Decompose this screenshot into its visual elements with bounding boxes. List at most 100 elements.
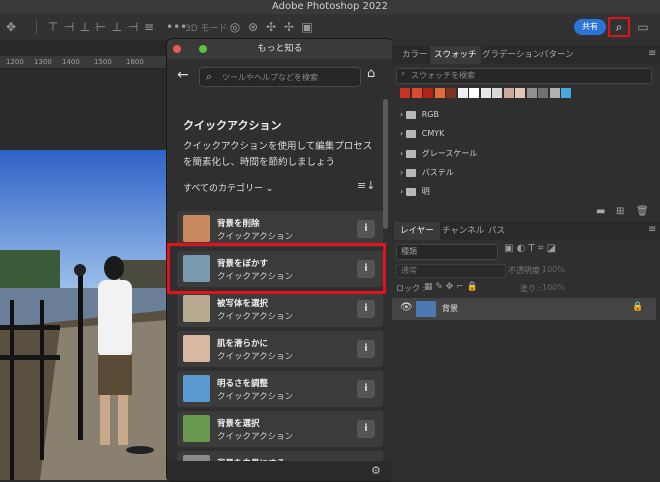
fill-label: 塗り : <box>520 284 542 293</box>
folder-icon <box>405 110 416 119</box>
ruler-tick: 1400 <box>62 58 80 66</box>
align-bottom-icon[interactable]: ⊥ <box>78 20 92 34</box>
tab-channels[interactable]: チャンネル <box>438 222 488 240</box>
layers-tabs: レイヤー チャンネル パス ≡ <box>392 222 660 240</box>
swatch-chip[interactable] <box>469 88 479 98</box>
fill-value[interactable]: 100% <box>542 283 565 292</box>
info-icon[interactable]: i <box>357 340 375 358</box>
align-center-icon[interactable]: ⊥ <box>110 20 124 34</box>
search-icon: ⌕ <box>401 69 406 78</box>
lock-icons[interactable]: ▦ ✎ ✥ ⌐ 🔒 <box>424 282 478 292</box>
sort-icon[interactable]: ≡↓ <box>357 179 375 192</box>
quick-action-card[interactable]: 肌を滑らかに クイックアクション i <box>177 331 383 367</box>
tab-layers[interactable]: レイヤー <box>394 222 440 240</box>
panel-menu-icon[interactable]: ≡ <box>648 48 656 59</box>
tab-pattern[interactable]: パターン <box>536 46 578 64</box>
lock-label: ロック : <box>396 284 426 293</box>
swatch-chip[interactable] <box>434 88 445 98</box>
card-title: 明るさを調整 <box>217 379 269 389</box>
filter-icons[interactable]: ▣ ◐ T ⌗ ◪ <box>504 243 556 254</box>
more-options-icon[interactable]: ••• <box>166 20 187 34</box>
swatch-chip[interactable] <box>515 88 525 98</box>
align-right-icon[interactable]: ⊣ <box>126 20 140 34</box>
close-dot[interactable] <box>173 45 181 53</box>
swatch-chip[interactable] <box>503 88 514 98</box>
card-thumbnail <box>183 295 210 322</box>
tab-paths[interactable]: パス <box>484 222 509 240</box>
card-title: 被写体を選択 <box>217 299 269 309</box>
swatch-folder[interactable]: › CMYK <box>400 129 444 138</box>
swatch-chip[interactable] <box>400 88 410 98</box>
swatch-folder[interactable]: › パステル <box>400 167 454 178</box>
home-icon[interactable]: ⌂ <box>367 66 375 81</box>
quick-action-card[interactable]: 背景を削除 クイックアクション i <box>177 211 383 247</box>
info-icon[interactable]: i <box>357 300 375 318</box>
align-left-icon[interactable]: ⊢ <box>94 20 108 34</box>
learn-search-input[interactable]: ⌕ ツールやヘルプなどを検索 <box>199 67 361 87</box>
swatch-chip[interactable] <box>538 88 548 98</box>
tab-color[interactable]: カラー <box>398 46 432 64</box>
folder-label: グレースケール <box>421 149 478 158</box>
search-icon[interactable]: ⌕ <box>608 17 630 37</box>
3d-slide-icon[interactable]: ✢ <box>282 20 296 34</box>
swatch-chip[interactable] <box>492 88 502 98</box>
layer-kind-filter[interactable]: 種類 <box>396 244 498 260</box>
align-top-icon[interactable]: ⊤ <box>46 20 60 34</box>
3d-roll-icon[interactable]: ⊛ <box>246 20 260 34</box>
3d-scale-icon[interactable]: ▣ <box>300 20 314 34</box>
new-group-icon[interactable]: ▬ <box>596 206 605 217</box>
category-label: すべてのカテゴリー <box>183 184 264 194</box>
swatch-chip[interactable] <box>561 88 571 98</box>
swatch-chip[interactable] <box>526 88 537 98</box>
blend-mode-select[interactable]: 通常 <box>396 264 506 278</box>
swatch-chip[interactable] <box>411 88 422 98</box>
folder-label: 明 <box>421 187 430 196</box>
info-icon[interactable]: i <box>357 380 375 398</box>
panel-menu-icon[interactable]: ≡ <box>648 224 656 235</box>
tab-swatches[interactable]: スウォッチ <box>430 46 481 64</box>
section-description: クイックアクションを使用して編集プロセスを簡素化し、時間を節約しましょう <box>183 141 373 168</box>
back-arrow-icon[interactable]: ← <box>177 67 189 83</box>
quick-action-card[interactable]: 明るさを調整 クイックアクション i <box>177 371 383 407</box>
swatch-chip[interactable] <box>549 88 560 98</box>
card-title: 背景を削除 <box>217 219 260 229</box>
align-middle-icon[interactable]: ⊣ <box>62 20 76 34</box>
swatch-search-input[interactable]: ⌕ スウォッチを検索 <box>396 68 652 84</box>
swatch-folder[interactable]: › グレースケール <box>400 148 477 159</box>
trash-icon[interactable]: 🗑 <box>636 206 649 217</box>
swatch-chip[interactable] <box>480 88 491 98</box>
layer-row[interactable]: 👁 背景 🔒 <box>392 298 656 320</box>
category-dropdown[interactable]: すべてのカテゴリー ⌄ <box>183 181 273 194</box>
eye-icon[interactable]: 👁 <box>400 302 413 313</box>
scrollbar[interactable] <box>383 99 388 229</box>
quick-action-card[interactable]: 背景を選択 クイックアクション i <box>177 411 383 447</box>
info-icon[interactable]: i <box>357 420 375 438</box>
3d-pan-icon[interactable]: ✣ <box>264 20 278 34</box>
card-thumbnail <box>183 415 210 442</box>
document-tabs <box>0 40 168 56</box>
learn-panel-footer: ⚙ <box>167 461 393 481</box>
layer-name: 背景 <box>442 304 458 313</box>
opacity-value[interactable]: 100% <box>542 265 565 274</box>
info-icon[interactable]: i <box>357 220 375 238</box>
maximize-dot[interactable] <box>199 45 207 53</box>
3d-orbit-icon[interactable]: ◎ <box>228 20 242 34</box>
gear-icon[interactable]: ⚙ <box>371 464 381 477</box>
swatch-folder[interactable]: › 明 <box>400 186 430 197</box>
learn-nav: ← ⌕ ツールやヘルプなどを検索 ⌂ <box>167 59 393 95</box>
move-tool-icon[interactable]: ✥ <box>4 20 18 34</box>
share-button[interactable]: 共有 <box>574 19 606 35</box>
card-subtitle: クイックアクション <box>217 392 294 402</box>
new-swatch-icon[interactable]: ⊞ <box>616 206 624 217</box>
distribute-icon[interactable]: ≡ <box>142 20 156 34</box>
workspace-icon[interactable]: ▭ <box>636 20 650 34</box>
swatch-chip[interactable] <box>446 88 456 98</box>
swatch-chip[interactable] <box>457 88 468 98</box>
quick-action-card[interactable]: 被写体を選択 クイックアクション i <box>177 291 383 327</box>
swatch-search-placeholder: スウォッチを検索 <box>411 71 475 80</box>
document-photo[interactable] <box>0 150 168 480</box>
ruler: 1200 1300 1400 1500 1600 <box>0 56 168 69</box>
swatch-folder[interactable]: › RGB <box>400 110 439 119</box>
swatch-chip[interactable] <box>423 88 433 98</box>
folder-icon <box>405 129 416 138</box>
